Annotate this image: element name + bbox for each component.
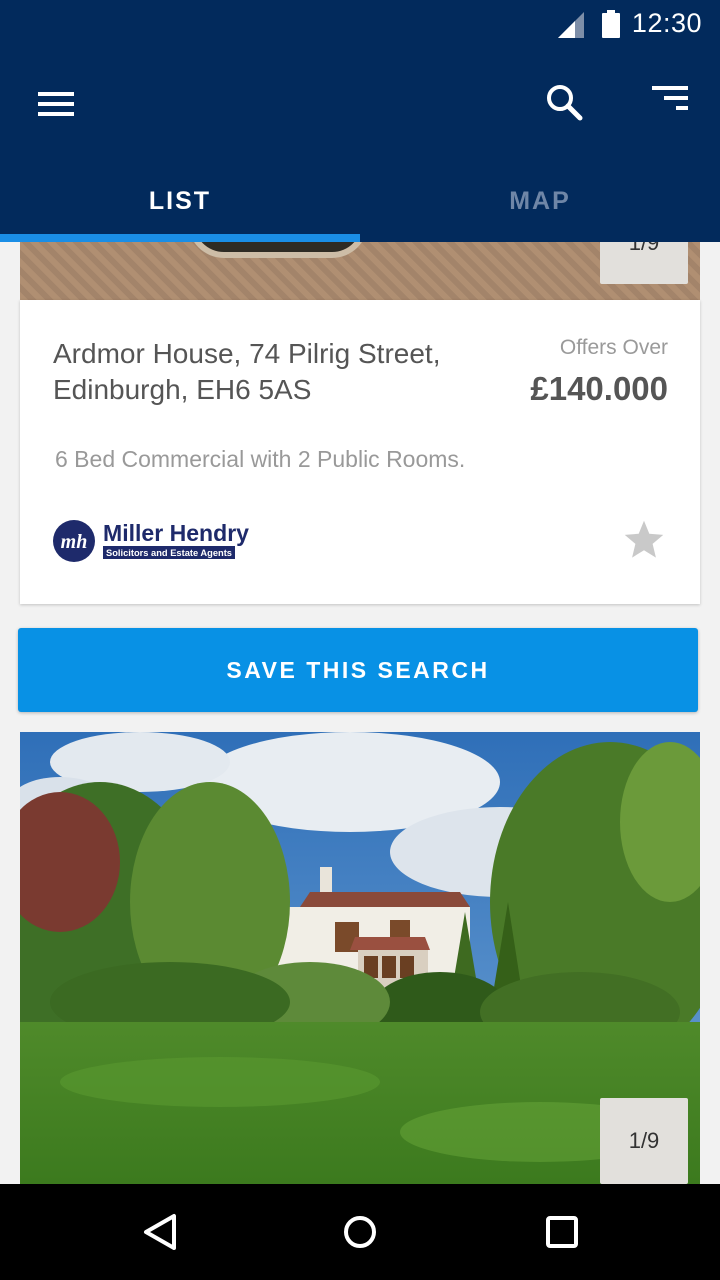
app-bar	[0, 48, 720, 160]
filter-sort-icon[interactable]	[644, 80, 696, 120]
listing-price: £140.000	[530, 370, 668, 407]
status-bar: 12:30	[0, 0, 720, 48]
tab-list[interactable]: LIST	[0, 160, 360, 242]
save-search-button[interactable]: SAVE THIS SEARCH	[18, 628, 698, 712]
listing-card[interactable]: Ardmor House, 74 Pilrig Street, Edinburg…	[20, 300, 700, 604]
search-icon[interactable]	[540, 78, 588, 126]
battery-icon	[602, 10, 620, 38]
tab-map[interactable]: MAP	[360, 160, 720, 242]
home-icon[interactable]	[336, 1208, 384, 1256]
favourite-star-icon[interactable]	[622, 518, 666, 562]
agent-logo: mh Miller Hendry Solicitors and Estate A…	[53, 520, 249, 562]
signal-icon	[558, 12, 584, 38]
agent-logo-monogram: mh	[61, 531, 88, 553]
image-counter: 1/9	[600, 1098, 688, 1184]
agent-logo-tagline: Solicitors and Estate Agents	[106, 548, 232, 558]
tab-indicator	[0, 234, 360, 242]
listing-description: 6 Bed Commercial with 2 Public Rooms.	[55, 446, 466, 472]
image-counter: 1/9	[600, 242, 688, 284]
price-qualifier: Offers Over	[559, 336, 668, 359]
tab-bar: LIST MAP	[0, 160, 720, 242]
back-icon[interactable]	[136, 1208, 184, 1256]
system-nav-bar	[0, 1184, 720, 1280]
listing-feed[interactable]: 1/9 Ardmor House, 74 Pilrig Street, Edin…	[0, 242, 720, 1184]
listing-photo[interactable]	[20, 242, 700, 300]
agent-logo-name: Miller Hendry	[103, 520, 249, 546]
menu-icon[interactable]	[32, 84, 80, 124]
status-time: 12:30	[631, 8, 702, 38]
photo-detail	[188, 242, 368, 258]
listing-address: Ardmor House, 74 Pilrig Street, Edinburg…	[53, 338, 441, 405]
recents-icon[interactable]	[538, 1208, 586, 1256]
listing-photo[interactable]	[20, 732, 700, 1184]
